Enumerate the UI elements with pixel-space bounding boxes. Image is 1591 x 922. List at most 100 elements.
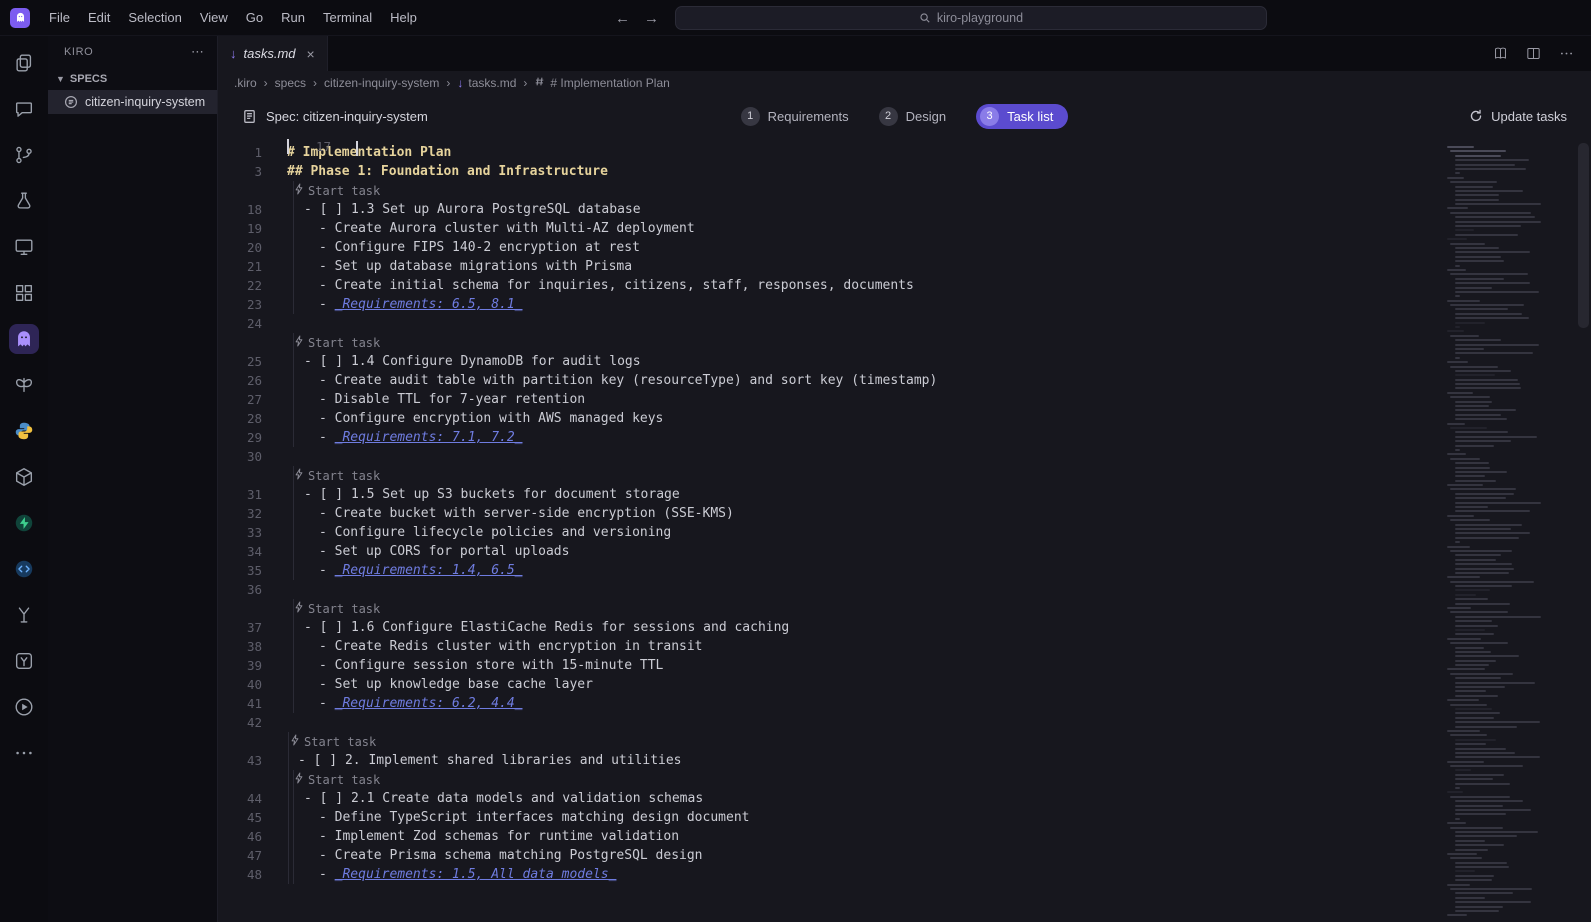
line-number: 48 <box>246 867 262 882</box>
minimap-line <box>1455 778 1493 781</box>
code-line: - [ ] 2.1 Create data models and validat… <box>304 791 704 806</box>
editor-row: Start task <box>218 466 1445 485</box>
minimap-line <box>1455 756 1541 759</box>
line-number: 1 <box>254 145 262 160</box>
breadcrumb-item-2[interactable]: specs <box>275 76 306 90</box>
line-number: 47 <box>246 848 262 863</box>
menu-item-go[interactable]: Go <box>237 0 272 36</box>
minimap-line <box>1455 866 1510 869</box>
start-task-lens[interactable]: Start task <box>286 772 380 787</box>
minimap-line <box>1450 857 1483 860</box>
forward-button[interactable]: → <box>644 10 659 27</box>
butterfly-icon[interactable] <box>9 370 39 400</box>
code-line: - Create Redis cluster with encryption i… <box>319 639 703 654</box>
requirements-link[interactable]: _Requirements: 7.1, 7.2_ <box>335 430 523 445</box>
requirements-link[interactable]: _Requirements: 1.5, All data models_ <box>335 867 617 882</box>
menu-item-view[interactable]: View <box>191 0 237 36</box>
extensions-icon[interactable] <box>9 278 39 308</box>
python-icon[interactable] <box>9 416 39 446</box>
step-design[interactable]: 2 Design <box>878 106 946 126</box>
minimap-line <box>1450 734 1488 737</box>
breadcrumb-item-1[interactable]: .kiro <box>234 76 257 90</box>
code-line: - Create bucket with server-side encrypt… <box>319 506 734 521</box>
scrollbar-thumb[interactable] <box>1578 143 1589 328</box>
code-line: - Set up knowledge base cache layer <box>319 677 593 692</box>
line-number: 45 <box>246 810 262 825</box>
breadcrumb-label: .kiro <box>234 76 257 90</box>
supabase-icon[interactable] <box>9 508 39 538</box>
minimap-line <box>1455 681 1535 684</box>
minimap-line <box>1447 791 1464 794</box>
close-icon[interactable]: × <box>307 46 315 62</box>
split-editor-icon[interactable] <box>1525 45 1542 62</box>
code-editor[interactable]: 1 # Implementation Plan 3 ## Phase 1: Found… <box>218 137 1591 922</box>
minimap-line <box>1447 822 1466 825</box>
start-task-lens[interactable]: Start task <box>286 601 380 616</box>
step-requirements[interactable]: 1 Requirements <box>740 106 849 126</box>
line-number: 38 <box>246 639 262 654</box>
explorer-icon[interactable] <box>9 48 39 78</box>
breadcrumb-item-3[interactable]: citizen-inquiry-system <box>324 76 439 90</box>
test-2-icon[interactable] <box>9 646 39 676</box>
preview-icon[interactable] <box>9 232 39 262</box>
minimap-line <box>1455 563 1512 566</box>
breadcrumb-item-5[interactable]: # Implementation Plan <box>534 76 670 90</box>
chat-icon[interactable] <box>9 94 39 124</box>
minimap-line <box>1455 295 1460 298</box>
editor-row: 46 - Implement Zod schemas for runtime va… <box>218 827 1445 846</box>
code-line: - Create audit table with partition key … <box>319 373 938 388</box>
requirements-link[interactable]: _Requirements: 6.5, 8.1_ <box>335 297 523 312</box>
minimap-line <box>1450 304 1524 307</box>
start-task-lens[interactable]: Start task <box>286 335 380 350</box>
lightning-icon <box>294 335 304 350</box>
menu-item-help[interactable]: Help <box>381 0 426 36</box>
code-runner-icon[interactable] <box>9 554 39 584</box>
minimap-line <box>1455 633 1495 636</box>
minimap-line <box>1455 747 1506 750</box>
lightning-icon <box>294 183 304 198</box>
requirements-link[interactable]: _Requirements: 1.4, 6.5_ <box>335 563 523 578</box>
minimap-line <box>1447 146 1474 148</box>
editor-row: 23 - _Requirements: 6.5, 8.1_ <box>218 295 1445 314</box>
more-icon[interactable] <box>9 738 39 768</box>
sidebar-section-specs[interactable]: ▼ SPECS <box>48 68 217 90</box>
minimap-line <box>1455 440 1512 443</box>
package-icon[interactable] <box>9 462 39 492</box>
back-button[interactable]: ← <box>615 10 630 27</box>
minimap-line <box>1450 888 1532 891</box>
list-dash: - <box>319 867 335 882</box>
menu-item-terminal[interactable]: Terminal <box>314 0 381 36</box>
step-task-list[interactable]: 3 Task list <box>976 103 1069 129</box>
menu-item-selection[interactable]: Selection <box>119 0 190 36</box>
sidebar-item-citizen-inquiry-system[interactable]: citizen-inquiry-system <box>48 90 217 114</box>
start-task-lens[interactable]: Start task <box>286 183 380 198</box>
minimap-line <box>1455 251 1531 254</box>
requirements-link[interactable]: _Requirements: 6.2, 4.4_ <box>335 696 523 711</box>
kiro-icon[interactable] <box>9 324 39 354</box>
minimap-line <box>1455 501 1541 504</box>
command-center-search[interactable]: kiro-playground <box>675 6 1267 30</box>
menu-item-edit[interactable]: Edit <box>79 0 119 36</box>
source-control-icon[interactable] <box>9 140 39 170</box>
test-1-icon[interactable] <box>9 600 39 630</box>
start-task-lens[interactable]: Start task <box>286 468 380 483</box>
minimap-line <box>1455 448 1460 451</box>
debug-flask-icon[interactable] <box>9 186 39 216</box>
preview-icon[interactable] <box>1492 45 1509 62</box>
menu-item-run[interactable]: Run <box>272 0 314 36</box>
sidebar-more-icon[interactable]: ⋯ <box>191 44 205 60</box>
breadcrumb-label: tasks.md <box>468 76 517 90</box>
minimap-line <box>1447 883 1470 886</box>
lens-label: Start task <box>308 335 381 350</box>
more-actions-icon[interactable] <box>1558 45 1575 62</box>
markdown-icon: ↓ <box>230 46 237 61</box>
tab-tasks-md[interactable]: ↓ tasks.md × <box>218 36 328 71</box>
line-number: 41 <box>246 696 262 711</box>
breadcrumb-item-4[interactable]: ↓ tasks.md <box>457 76 516 90</box>
minimap[interactable] <box>1445 143 1575 922</box>
menu-item-file[interactable]: File <box>40 0 79 36</box>
minimap-line <box>1447 637 1482 640</box>
start-task-lens[interactable]: Start task <box>286 734 376 749</box>
run-icon[interactable] <box>9 692 39 722</box>
update-tasks-button[interactable]: Update tasks <box>1469 109 1567 124</box>
